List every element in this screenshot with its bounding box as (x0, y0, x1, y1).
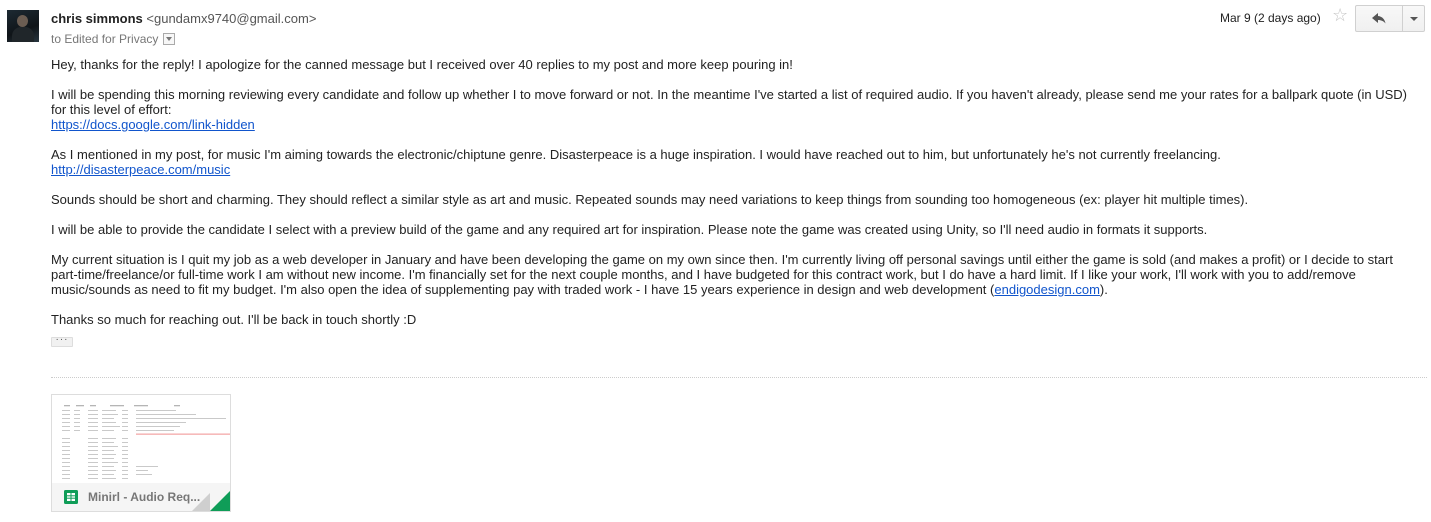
sender-email: <gundamx9740@gmail.com> (146, 11, 317, 26)
attachment-page-fold (192, 493, 210, 511)
attachment-name: Minirl - Audio Req... (88, 490, 201, 504)
body-paragraph-1: Hey, thanks for the reply! I apologize f… (51, 57, 793, 72)
body-paragraph-3: As I mentioned in my post, for music I'm… (51, 147, 1416, 177)
star-outline-icon[interactable]: ☆ (1332, 6, 1348, 24)
attachment-card[interactable]: Minirl - Audio Req... (51, 394, 231, 512)
body-paragraph-7: Thanks so much for reaching out. I'll be… (51, 312, 417, 327)
body-paragraph-6: My current situation is I quit my job as… (51, 252, 1416, 297)
body-paragraph-6-text: My current situation is I quit my job as… (51, 252, 1393, 297)
body-paragraph-2: I will be spending this morning reviewin… (51, 87, 1416, 132)
message-date: Mar 9 (2 days ago) (1220, 11, 1321, 25)
avatar-torso (12, 27, 34, 42)
docs-link[interactable]: https://docs.google.com/link-hidden (51, 117, 255, 132)
reply-arrow-icon (1372, 13, 1386, 24)
sender-line: chris simmons <gundamx9740@gmail.com> (51, 11, 316, 26)
body-paragraph-4: Sounds should be short and charming. The… (51, 192, 1249, 207)
attachment-divider (51, 377, 1427, 378)
body-paragraph-3-text: As I mentioned in my post, for music I'm… (51, 147, 1221, 162)
reply-button-group (1355, 5, 1425, 32)
recipient-text: to Edited for Privacy (51, 32, 159, 46)
sender-name[interactable]: chris simmons (51, 11, 143, 26)
avatar-head (17, 15, 28, 27)
reply-button[interactable] (1355, 5, 1403, 32)
attachment-corner-accent (210, 491, 230, 511)
message-body: Hey, thanks for the reply! I apologize f… (51, 57, 1416, 327)
body-paragraph-5: I will be able to provide the candidate … (51, 222, 1208, 237)
body-paragraph-2-text: I will be spending this morning reviewin… (51, 87, 1407, 117)
show-trimmed-content-button[interactable]: ··· (51, 335, 73, 347)
google-sheets-icon (64, 490, 78, 504)
endigodesign-link[interactable]: endigodesign.com (994, 282, 1100, 297)
more-actions-button[interactable] (1403, 5, 1425, 32)
recipient-line: to Edited for Privacy (51, 31, 176, 46)
details-dropdown-icon[interactable] (163, 33, 176, 45)
body-paragraph-6-end: ). (1099, 282, 1108, 297)
sender-avatar[interactable] (7, 10, 39, 42)
disasterpeace-link[interactable]: http://disasterpeace.com/music (51, 162, 230, 177)
attachment-thumbnail (52, 395, 230, 483)
